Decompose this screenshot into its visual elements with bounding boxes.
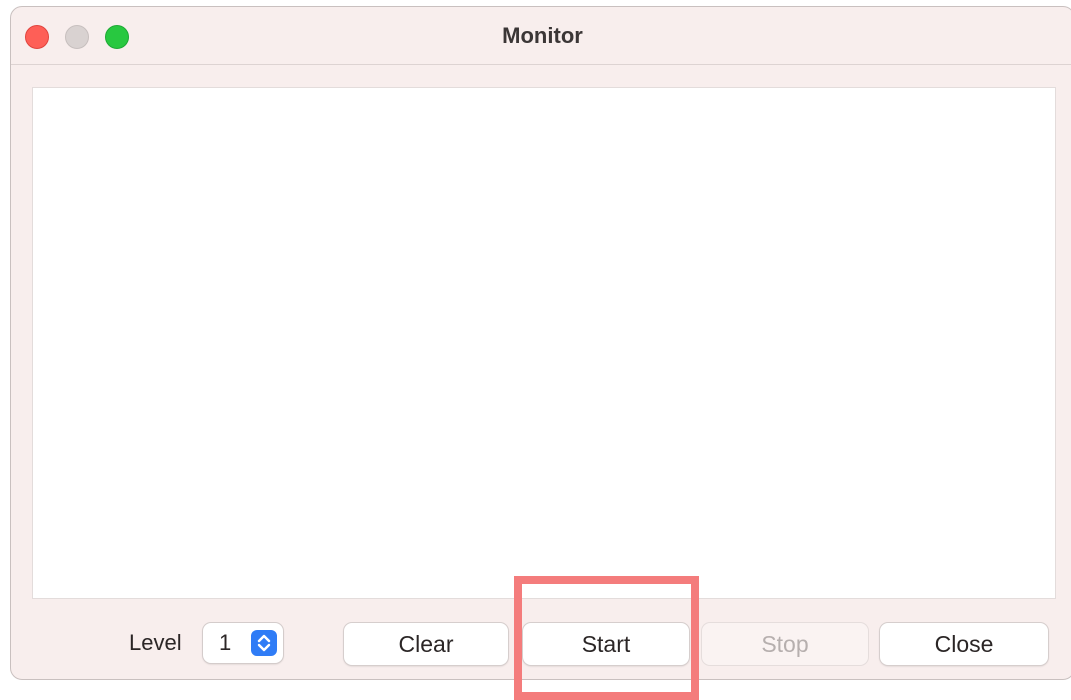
up-down-chevron-icon: [251, 630, 277, 656]
clear-button[interactable]: Clear: [344, 623, 508, 665]
start-button[interactable]: Start: [523, 623, 689, 665]
title-bar: Monitor: [11, 7, 1071, 65]
level-value: 1: [219, 630, 232, 655]
bottom-control-bar: Level 1 Clear Start Stop Close: [11, 599, 1071, 679]
monitor-window: Monitor Level 1 Clear Start Stop Close: [10, 6, 1071, 680]
log-output-area[interactable]: [32, 87, 1056, 599]
level-popup-button[interactable]: 1: [203, 623, 283, 663]
level-label: Level: [129, 630, 182, 655]
stop-button[interactable]: Stop: [702, 623, 868, 665]
close-button[interactable]: Close: [880, 623, 1048, 665]
window-title: Monitor: [502, 23, 583, 48]
